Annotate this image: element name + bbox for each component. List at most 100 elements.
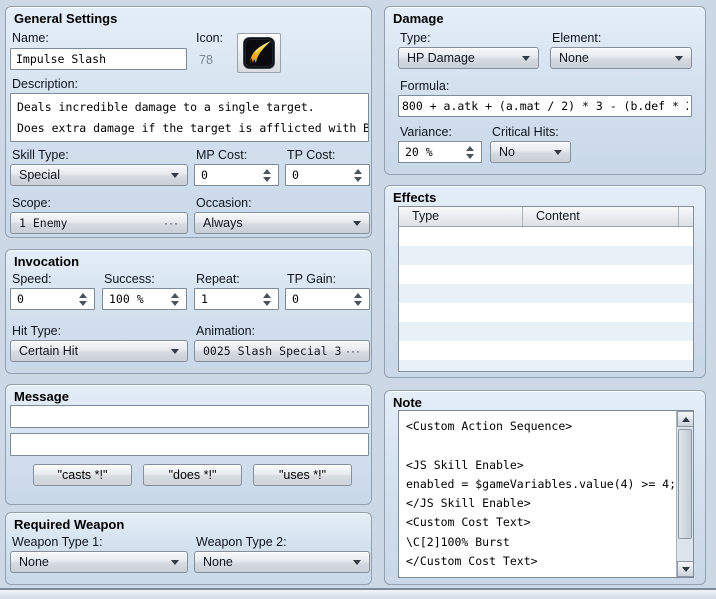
effects-table-header: Type Content	[399, 207, 693, 227]
icon-index: 78	[199, 53, 213, 67]
damage-type-select[interactable]: HP Damage	[398, 47, 539, 69]
skill-type-select[interactable]: Special	[10, 164, 188, 186]
spinner-buttons	[76, 293, 90, 306]
scope-label: Scope:	[12, 196, 51, 210]
message-line1-input[interactable]	[10, 405, 369, 428]
dropdown-arrow-icon	[171, 173, 179, 178]
success-value: 100 %	[109, 292, 168, 306]
spinner-up-icon[interactable]	[354, 293, 362, 298]
icon-picker-button[interactable]	[237, 33, 281, 73]
spinner-up-icon[interactable]	[171, 293, 179, 298]
dropdown-arrow-icon	[554, 150, 562, 155]
hit-type-select[interactable]: Certain Hit	[10, 340, 188, 362]
variance-value: 20 %	[405, 145, 463, 159]
tp-gain-stepper[interactable]: 0	[285, 288, 370, 310]
dropdown-arrow-icon	[522, 56, 530, 61]
critical-hits-value: No	[499, 145, 550, 159]
speed-stepper[interactable]: 0	[10, 288, 95, 310]
required-weapon-group: Required Weapon Weapon Type 1: None Weap…	[5, 512, 372, 585]
weapon-type2-value: None	[203, 555, 349, 569]
description-input[interactable]: Deals incredible damage to a single targ…	[10, 93, 369, 142]
message-line2-input[interactable]	[10, 433, 369, 456]
casts-template-button[interactable]: "casts *!"	[33, 464, 132, 486]
spinner-up-icon[interactable]	[354, 169, 362, 174]
note-text: <Custom Action Sequence> <JS Skill Enabl…	[406, 417, 676, 571]
spinner-buttons	[463, 146, 477, 159]
animation-value: 0025 Slash Special 3	[203, 344, 342, 358]
more-icon: ···	[346, 344, 361, 358]
critical-hits-select[interactable]: No	[490, 141, 571, 163]
formula-input[interactable]	[398, 95, 692, 117]
scope-picker-button[interactable]: 1 Enemy ···	[10, 212, 188, 234]
effects-table: Type Content	[398, 206, 694, 372]
note-group: Note <Custom Action Sequence> <JS Skill …	[384, 390, 706, 585]
scroll-down-button[interactable]	[677, 561, 694, 577]
scrollbar-thumb[interactable]	[678, 429, 692, 539]
spinner-down-icon[interactable]	[171, 301, 179, 306]
dropdown-arrow-icon	[171, 560, 179, 565]
spinner-down-icon[interactable]	[354, 301, 362, 306]
weapon-type2-label: Weapon Type 2:	[196, 535, 287, 549]
uses-template-button[interactable]: "uses *!"	[253, 464, 352, 486]
element-value: None	[559, 51, 671, 65]
effects-col-content: Content	[523, 207, 679, 226]
mp-cost-stepper[interactable]: 0	[194, 164, 279, 186]
tp-cost-label: TP Cost:	[287, 148, 335, 162]
tp-cost-stepper[interactable]: 0	[285, 164, 370, 186]
icon-label: Icon:	[196, 31, 223, 45]
formula-label: Formula:	[400, 79, 449, 93]
spinner-down-icon[interactable]	[79, 301, 87, 306]
name-input[interactable]	[10, 48, 187, 70]
spinner-buttons	[351, 169, 365, 182]
scroll-down-icon	[682, 567, 690, 572]
more-icon: ···	[164, 216, 179, 230]
scroll-up-button[interactable]	[677, 411, 694, 427]
tp-cost-value: 0	[292, 168, 351, 182]
element-label: Element:	[552, 31, 601, 45]
spinner-buttons	[260, 169, 274, 182]
animation-picker-button[interactable]: 0025 Slash Special 3 ···	[194, 340, 370, 362]
element-select[interactable]: None	[550, 47, 692, 69]
spinner-up-icon[interactable]	[79, 293, 87, 298]
hit-type-label: Hit Type:	[12, 324, 61, 338]
skill-type-label: Skill Type:	[12, 148, 69, 162]
repeat-value: 1	[201, 292, 260, 306]
general-settings-title: General Settings	[14, 11, 117, 26]
repeat-stepper[interactable]: 1	[194, 288, 279, 310]
skill-editor-window: General Settings Name: Icon: 78 Descr	[0, 0, 716, 599]
spinner-down-icon[interactable]	[466, 154, 474, 159]
weapon-type2-select[interactable]: None	[194, 551, 370, 573]
success-label: Success:	[104, 272, 155, 286]
animation-label: Animation:	[196, 324, 255, 338]
message-title: Message	[14, 389, 69, 404]
note-textarea[interactable]: <Custom Action Sequence> <JS Skill Enabl…	[398, 410, 694, 578]
invocation-group: Invocation Speed: 0 Success: 100 % Repea…	[5, 249, 372, 374]
effects-col-type: Type	[399, 207, 523, 226]
damage-type-label: Type:	[400, 31, 431, 45]
spinner-up-icon[interactable]	[263, 169, 271, 174]
spinner-down-icon[interactable]	[354, 177, 362, 182]
effects-list[interactable]	[399, 227, 693, 371]
occasion-value: Always	[203, 216, 349, 230]
success-stepper[interactable]: 100 %	[102, 288, 187, 310]
spinner-down-icon[interactable]	[263, 177, 271, 182]
message-group: Message "casts *!" "does *!" "uses *!"	[5, 384, 372, 505]
variance-stepper[interactable]: 20 %	[398, 141, 482, 163]
note-scrollbar[interactable]	[676, 411, 693, 577]
scroll-up-icon	[682, 417, 690, 422]
spinner-up-icon[interactable]	[263, 293, 271, 298]
mp-cost-value: 0	[201, 168, 260, 182]
weapon-type1-value: None	[19, 555, 167, 569]
spinner-buttons	[168, 293, 182, 306]
spinner-down-icon[interactable]	[263, 301, 271, 306]
occasion-select[interactable]: Always	[194, 212, 370, 234]
spinner-up-icon[interactable]	[466, 146, 474, 151]
does-template-button[interactable]: "does *!"	[143, 464, 242, 486]
speed-label: Speed:	[12, 272, 52, 286]
dropdown-arrow-icon	[353, 221, 361, 226]
spinner-buttons	[351, 293, 365, 306]
speed-value: 0	[17, 292, 76, 306]
bottom-pane-edge	[0, 590, 716, 599]
hit-type-value: Certain Hit	[19, 344, 167, 358]
weapon-type1-select[interactable]: None	[10, 551, 188, 573]
